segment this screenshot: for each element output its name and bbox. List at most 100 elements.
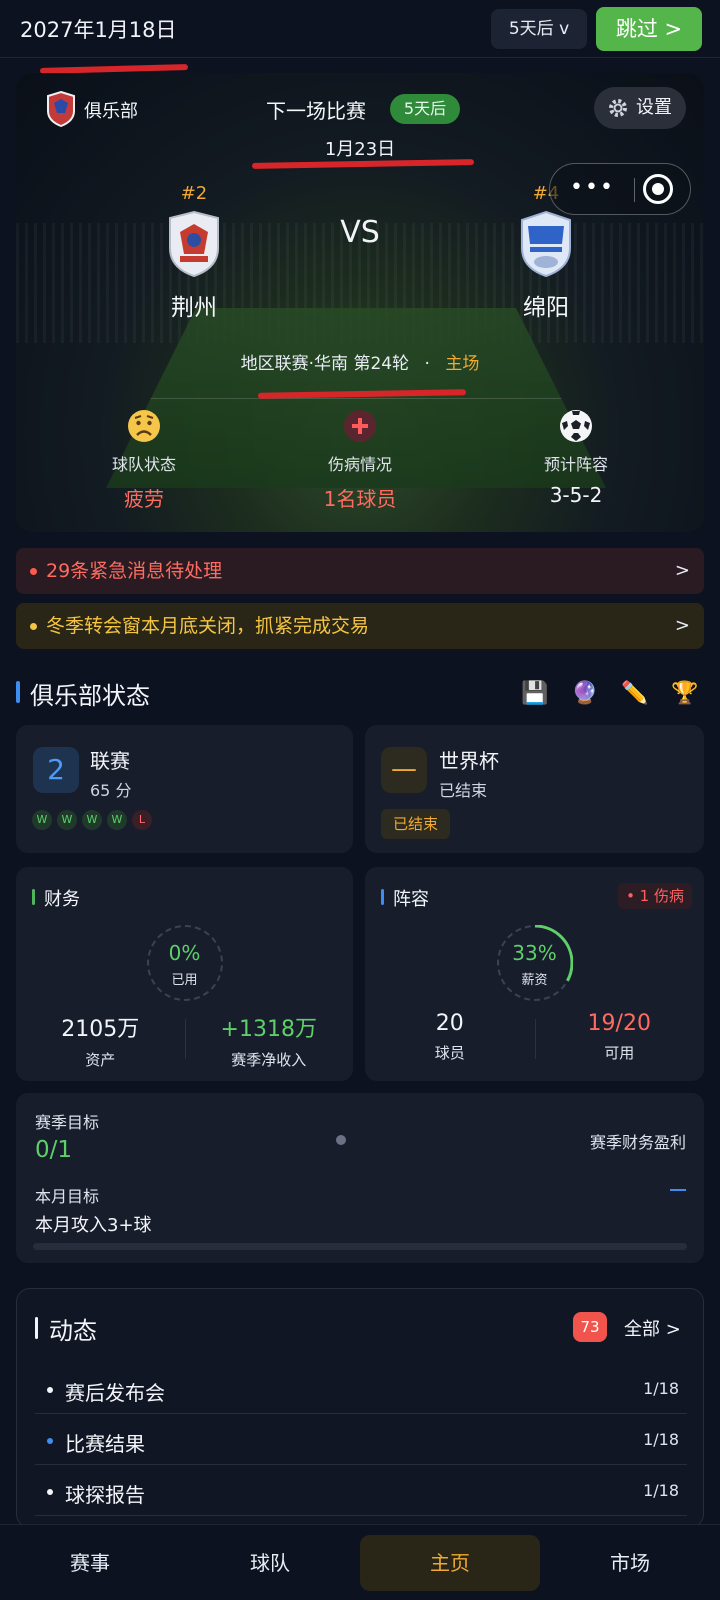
days-until-badge: 5天后: [390, 94, 460, 124]
cup-title: 世界杯: [439, 749, 499, 773]
feed-item[interactable]: 球探报告 1/18: [35, 1465, 687, 1516]
assets-stat: 2105万 资产: [16, 1011, 185, 1070]
assets-value: 2105万: [61, 1017, 140, 1042]
miniprogram-capsule[interactable]: •••: [549, 163, 691, 215]
available-label: 可用: [604, 1044, 635, 1062]
next-match-title: 下一场比赛: [266, 99, 366, 123]
advance-days-dropdown[interactable]: 5天后 v: [491, 9, 587, 49]
squad-card[interactable]: 阵容 • 1 伤病 33% 薪资 20 球员 19/20 可用: [365, 867, 704, 1081]
save-icon[interactable]: 💾: [520, 679, 550, 709]
feed-item-date: 1/18: [643, 1481, 679, 1500]
cup-status: 已结束: [439, 781, 488, 800]
bottom-tab-bar: 赛事 球队 主页 市场: [0, 1524, 720, 1600]
club-label[interactable]: 俱乐部: [84, 97, 138, 123]
cup-status-mark: —: [381, 747, 427, 793]
recent-form: W W W W L: [32, 810, 152, 830]
finance-title: 财务: [32, 885, 80, 911]
budget-usage-ring: 0% 已用: [146, 925, 223, 1001]
settings-button[interactable]: 设置: [594, 87, 686, 129]
form-badge: L: [132, 810, 152, 830]
injury-label: 伤病情况: [327, 455, 392, 474]
month-goal-progress-bar: [33, 1243, 687, 1250]
tab-team[interactable]: 球队: [180, 1535, 360, 1591]
worried-face-icon: [128, 410, 160, 442]
season-goal-progress: 0/1: [35, 1137, 73, 1163]
feed-list: 赛后发布会 1/18 比赛结果 1/18 球探报告 1/18: [35, 1363, 687, 1516]
club-status-title: 俱乐部状态: [16, 676, 150, 711]
formation-stat[interactable]: 预计阵容 3-5-2: [496, 409, 656, 507]
salary-value: 33%: [512, 941, 557, 965]
feed-item[interactable]: 比赛结果 1/18: [35, 1414, 687, 1465]
goals-card[interactable]: 赛季目标 0/1 赛季财务盈利 本月目标 本月攻入3+球: [16, 1093, 704, 1263]
players-stat: 20 球员: [365, 1011, 535, 1063]
tab-matches[interactable]: 赛事: [0, 1535, 180, 1591]
away-team-crest-icon: [521, 210, 571, 278]
feed-item-title: 赛后发布会: [65, 1381, 165, 1405]
world-cup-card[interactable]: — 世界杯 已结束 已结束: [365, 725, 704, 853]
feed-item-title: 球探报告: [65, 1483, 145, 1507]
players-label: 球员: [434, 1044, 465, 1062]
net-income-label: 赛季净收入: [231, 1051, 307, 1069]
soccer-ball-icon: [560, 410, 592, 442]
form-badge: W: [32, 810, 52, 830]
team-condition-label: 球队状态: [111, 455, 176, 474]
form-badge: W: [57, 810, 77, 830]
capsule-divider: [634, 178, 635, 202]
month-goal-text: 本月攻入3+球: [35, 1215, 152, 1236]
pencil-icon[interactable]: ✏️: [620, 679, 650, 709]
league-points: 65 分: [90, 781, 132, 800]
feed-count-badge: 73: [573, 1312, 607, 1342]
feed-item-date: 1/18: [643, 1430, 679, 1449]
league-title: 联赛: [90, 749, 130, 773]
injury-value: 1名球员: [323, 487, 397, 511]
view-all-link[interactable]: 全部 >: [624, 1315, 681, 1341]
league-rank: 2: [33, 747, 79, 793]
chevron-right-icon: >: [674, 615, 690, 636]
trophy-icon[interactable]: 🏆: [670, 679, 700, 709]
budget-usage-value: 0%: [168, 941, 201, 965]
finance-card[interactable]: 财务 0% 已用 2105万 资产 +1318万 赛季净收入: [16, 867, 353, 1081]
goal-indicator-dot: [336, 1135, 346, 1145]
salary-label: 薪资: [521, 973, 548, 988]
feed-item-title: 比赛结果: [65, 1432, 145, 1456]
bullet-dot: [47, 1489, 53, 1495]
available-value: 19/20: [587, 1011, 651, 1036]
away-team-name: 绵阳: [523, 295, 569, 321]
injury-tag: • 1 伤病: [618, 883, 692, 909]
feed-item[interactable]: 赛后发布会 1/18: [35, 1363, 687, 1414]
current-date: 2027年1月18日: [20, 18, 177, 42]
bullet-dot: [47, 1387, 53, 1393]
home-team-name: 荆州: [171, 295, 217, 321]
crystal-ball-icon[interactable]: 🔮: [570, 679, 600, 709]
next-match-card[interactable]: 俱乐部 下一场比赛 5天后 1月23日 设置 #2 荆州 VS #4 绵阳 地区: [16, 73, 704, 532]
available-stat: 19/20 可用: [535, 1011, 705, 1063]
transfer-window-text: 冬季转会窗本月底关闭，抓紧完成交易: [46, 615, 370, 637]
assets-label: 资产: [85, 1051, 116, 1069]
club-crest-icon[interactable]: [46, 91, 76, 127]
league-round: 地区联赛·华南 第24轮: [240, 354, 410, 374]
home-team[interactable]: #2 荆州: [124, 183, 264, 322]
formation-label: 预计阵容: [543, 455, 608, 474]
close-target-icon[interactable]: [643, 174, 673, 204]
separator-dot: ·: [424, 354, 430, 374]
players-value: 20: [435, 1011, 464, 1036]
skip-button[interactable]: 跳过 >: [596, 7, 702, 51]
club-status-toolbar: 💾 🔮 ✏️ 🏆: [520, 679, 700, 709]
urgent-messages-alert[interactable]: 29条紧急消息待处理 >: [16, 548, 704, 594]
chevron-right-icon: >: [674, 560, 690, 581]
feed-title: 动态: [35, 1311, 97, 1346]
tab-home[interactable]: 主页: [360, 1535, 540, 1591]
injury-stat[interactable]: 伤病情况 1名球员: [280, 409, 440, 512]
cup-ended-tag: 已结束: [381, 809, 451, 839]
net-income-value: +1318万: [220, 1017, 317, 1042]
transfer-window-alert[interactable]: 冬季转会窗本月底关闭，抓紧完成交易 >: [16, 603, 704, 649]
tab-market[interactable]: 市场: [540, 1535, 720, 1591]
news-feed-card: 动态 73 全部 > 赛后发布会 1/18 比赛结果 1/18 球探报告 1/1…: [16, 1288, 704, 1528]
league-card[interactable]: 2 联赛 65 分 W W W W L: [16, 725, 353, 853]
team-condition-stat[interactable]: 球队状态 疲劳: [64, 409, 224, 512]
top-bar: 2027年1月18日 5天后 v 跳过 >: [0, 0, 720, 58]
budget-usage-label: 已用: [171, 973, 198, 988]
season-goal-text: 赛季财务盈利: [589, 1133, 686, 1152]
more-icon[interactable]: •••: [570, 175, 615, 200]
medical-cross-icon: [344, 410, 376, 442]
